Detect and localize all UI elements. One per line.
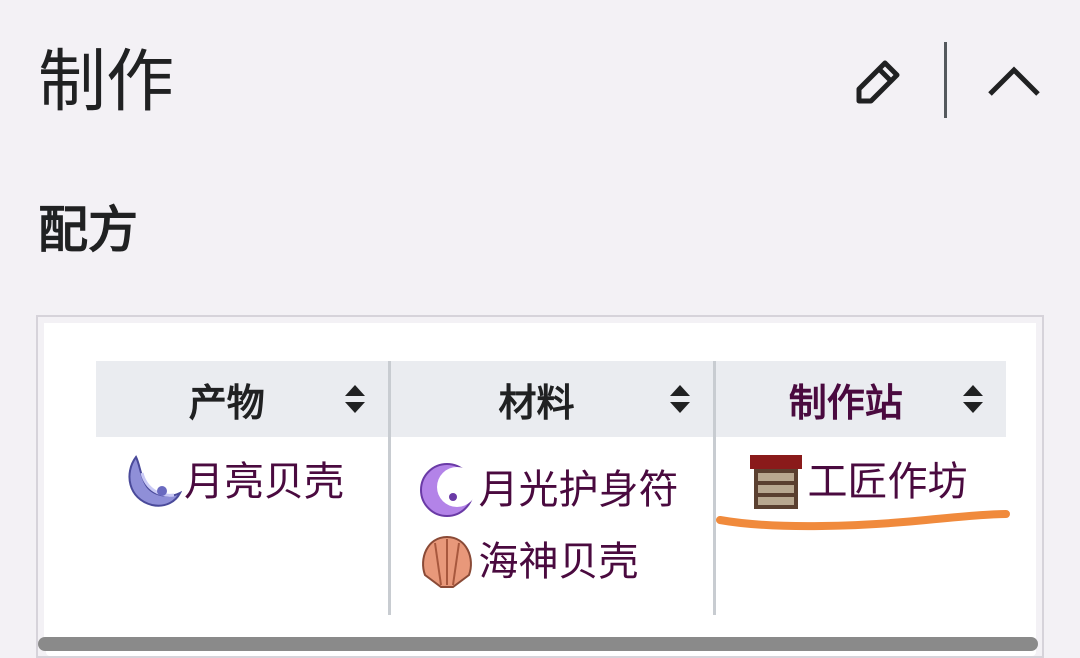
collapse-button[interactable]: [978, 46, 1050, 118]
sort-updown-icon: [669, 385, 690, 413]
horizontal-scrollbar[interactable]: [38, 637, 1038, 651]
column-header-label: 产物: [188, 380, 265, 425]
material-name: 月光护身符: [478, 467, 679, 513]
material-link[interactable]: 海神贝壳: [417, 531, 713, 593]
sort-updown-icon: [344, 385, 365, 413]
header-divider: [944, 42, 947, 118]
recipe-table: 产物 材料 制作站 月亮贝壳 月光护身符 海神贝壳 工匠作坊: [96, 361, 1006, 615]
product-link[interactable]: 月亮贝壳: [122, 451, 388, 513]
neptune-shell-icon: [421, 535, 472, 588]
column-header-station[interactable]: 制作站: [712, 361, 1006, 437]
column-header-materials[interactable]: 材料: [387, 361, 714, 437]
pencil-icon: [856, 60, 900, 104]
annotation-underline: [716, 510, 1010, 531]
section-title: 制作: [38, 43, 175, 122]
moon-charm-icon: [419, 463, 477, 517]
sort-updown-icon: [963, 385, 983, 413]
tinkerers-workshop-icon: [749, 455, 802, 509]
recipe-table-inner: 产物 材料 制作站 月亮贝壳 月光护身符 海神贝壳 工匠作坊: [46, 325, 1036, 656]
station-link[interactable]: 工匠作坊: [746, 451, 1007, 513]
section-header: 制作: [0, 0, 1080, 160]
table-header-row: 产物 材料 制作站: [96, 361, 1006, 437]
column-header-label: 制作站: [788, 380, 903, 425]
column-header-label: 材料: [498, 380, 575, 425]
edit-button[interactable]: [846, 50, 912, 116]
station-name: 工匠作坊: [807, 459, 968, 505]
product-cell: 月亮贝壳: [96, 437, 389, 615]
chevron-up-icon: [988, 66, 1040, 96]
recipe-table-container: 产物 材料 制作站 月亮贝壳 月光护身符 海神贝壳 工匠作坊: [36, 315, 1044, 658]
moon-shell-icon: [128, 455, 182, 507]
material-name: 海神贝壳: [478, 539, 639, 585]
recipe-subtitle: 配方: [38, 201, 138, 259]
column-header-product[interactable]: 产物: [96, 361, 389, 437]
materials-cell: 月光护身符 海神贝壳: [387, 437, 714, 615]
product-name: 月亮贝壳: [184, 459, 344, 505]
material-link[interactable]: 月光护身符: [417, 459, 713, 521]
